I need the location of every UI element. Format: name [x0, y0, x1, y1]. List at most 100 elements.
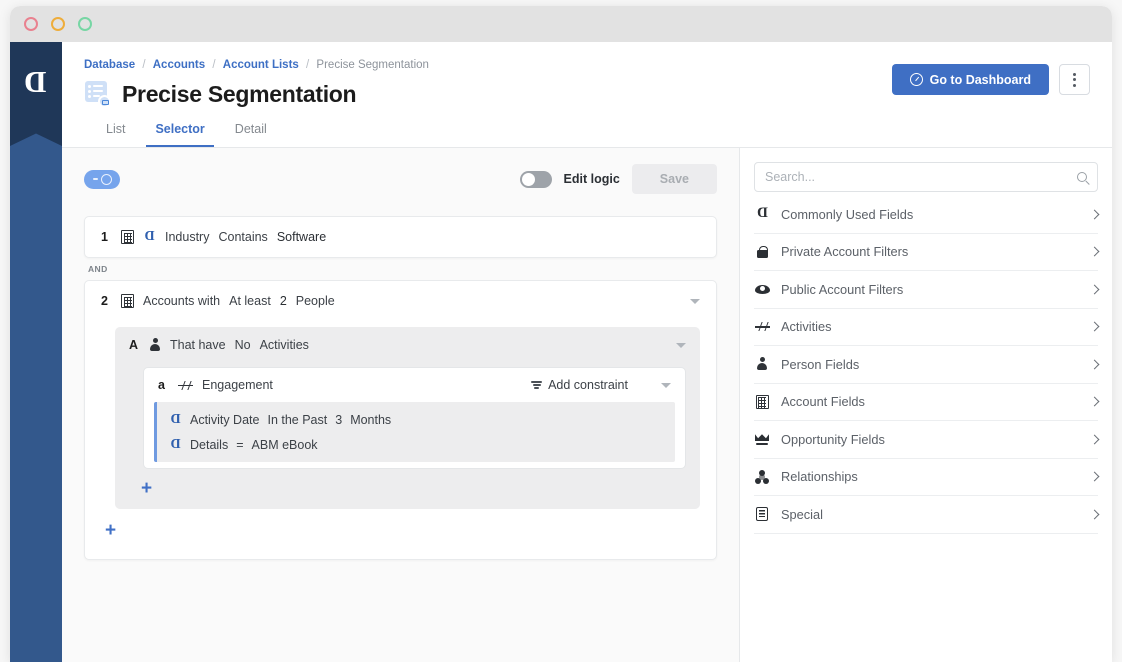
tab-bar: List Selector Detail: [84, 122, 1090, 147]
chevron-right-icon: [1090, 322, 1100, 332]
subgroup-a: A That have No Activities a: [115, 327, 700, 509]
constraint-row[interactable]: D Activity Date In the Past 3 Months: [157, 407, 675, 432]
rule-count[interactable]: 2: [280, 294, 287, 308]
field-pane: D Commonly Used Fields Private Account F…: [740, 148, 1112, 662]
d-logo-icon: D: [169, 438, 182, 452]
field-group-label: Person Fields: [781, 357, 859, 372]
add-constraint-label: Add constraint: [548, 378, 628, 392]
chevron-down-icon[interactable]: [690, 299, 700, 304]
breadcrumb-separator: /: [142, 59, 145, 71]
chevron-down-icon[interactable]: [661, 383, 671, 388]
tab-list[interactable]: List: [106, 122, 125, 147]
constraint-field: Details: [190, 438, 228, 452]
rule-row: 2 Accounts with At least 2 People: [85, 281, 716, 321]
rule-value[interactable]: Software: [277, 230, 326, 244]
search-box[interactable]: [754, 162, 1098, 192]
page-header: Database / Accounts / Account Lists / Pr…: [62, 42, 1112, 147]
rule-operator[interactable]: Contains: [218, 230, 267, 244]
go-to-dashboard-label: Go to Dashboard: [930, 73, 1031, 87]
rule-field[interactable]: Industry: [165, 230, 209, 244]
field-group-private-account-filters[interactable]: Private Account Filters: [754, 234, 1098, 272]
rule-row: 1 D Industry Contains Software: [85, 217, 716, 257]
field-group-label: Account Fields: [781, 394, 865, 409]
pulse-icon: [754, 321, 770, 333]
app-window: D Database / Accounts / Account Lists / …: [10, 6, 1112, 662]
gauge-icon: [910, 73, 923, 86]
constraint-operator: =: [236, 438, 243, 452]
window-maximize-button[interactable]: [78, 17, 92, 31]
tab-selector[interactable]: Selector: [155, 122, 204, 147]
edit-logic-label: Edit logic: [564, 172, 620, 186]
constraint-value: ABM eBook: [252, 438, 318, 452]
relationships-icon: [754, 470, 770, 484]
rule-number: 2: [101, 294, 112, 308]
subgroup-letter: A: [129, 338, 140, 352]
chevron-down-icon[interactable]: [676, 343, 686, 348]
constraint-header: a Engagement Add constraint: [144, 368, 685, 402]
conjunction-and[interactable]: AND: [84, 258, 717, 280]
add-constraint-button[interactable]: Add constraint: [531, 378, 628, 392]
add-group-condition-button[interactable]: +: [105, 520, 116, 541]
breadcrumb-item-accounts[interactable]: Accounts: [153, 59, 205, 71]
breadcrumb-item-database[interactable]: Database: [84, 59, 135, 71]
field-group-label: Private Account Filters: [781, 244, 908, 259]
constraint-letter: a: [158, 378, 169, 392]
search-input[interactable]: [765, 170, 1077, 184]
field-group-public-account-filters[interactable]: Public Account Filters: [754, 271, 1098, 309]
content-area: Edit logic Save 1 D Industry Contains So…: [62, 148, 1112, 662]
rule-number: 1: [101, 230, 112, 244]
editor-toolbar-right: Edit logic Save: [520, 164, 717, 194]
save-button[interactable]: Save: [632, 164, 717, 194]
field-group-account-fields[interactable]: Account Fields: [754, 384, 1098, 422]
tab-detail[interactable]: Detail: [235, 122, 267, 147]
breadcrumb-separator: /: [212, 59, 215, 71]
constraint-label[interactable]: Engagement: [202, 378, 273, 392]
left-rail: D: [10, 42, 62, 662]
add-condition-button[interactable]: +: [141, 478, 152, 499]
constraint-row[interactable]: D Details = ABM eBook: [157, 432, 675, 457]
eye-icon: [754, 285, 770, 294]
refresh-pill-icon[interactable]: [84, 170, 120, 189]
go-to-dashboard-button[interactable]: Go to Dashboard: [892, 64, 1049, 95]
field-group-activities[interactable]: Activities: [754, 309, 1098, 347]
window-titlebar: [10, 6, 1112, 42]
chevron-right-icon: [1090, 397, 1100, 407]
rule-operator[interactable]: At least: [229, 294, 271, 308]
filter-icon: [531, 381, 542, 389]
field-group-relationships[interactable]: Relationships: [754, 459, 1098, 497]
field-group-label: Relationships: [781, 469, 858, 484]
app-body: D Database / Accounts / Account Lists / …: [10, 42, 1112, 662]
building-icon: [121, 294, 134, 308]
breadcrumb-item-account-lists[interactable]: Account Lists: [223, 59, 299, 71]
field-group-label: Opportunity Fields: [781, 432, 885, 447]
subgroup-phrase[interactable]: That have: [170, 338, 226, 352]
subgroup-quantifier[interactable]: No: [235, 338, 251, 352]
rule-card-1[interactable]: 1 D Industry Contains Software: [84, 216, 717, 258]
search-icon[interactable]: [1077, 172, 1087, 182]
breadcrumb-item-current: Precise Segmentation: [316, 59, 429, 71]
d-logo-icon: D: [143, 230, 156, 244]
field-group-commonly-used-fields[interactable]: D Commonly Used Fields: [754, 196, 1098, 234]
list-badge-icon: [84, 80, 112, 108]
field-group-person-fields[interactable]: Person Fields: [754, 346, 1098, 384]
subgroup-row: A That have No Activities: [115, 327, 700, 363]
d-logo-icon: D: [754, 207, 770, 221]
chevron-right-icon: [1090, 472, 1100, 482]
field-group-special[interactable]: Special: [754, 496, 1098, 534]
building-icon: [121, 230, 134, 244]
window-minimize-button[interactable]: [51, 17, 65, 31]
rule-card-2: 2 Accounts with At least 2 People A: [84, 280, 717, 560]
edit-logic-toggle[interactable]: [520, 171, 552, 188]
field-group-opportunity-fields[interactable]: Opportunity Fields: [754, 421, 1098, 459]
main-column: Database / Accounts / Account Lists / Pr…: [62, 42, 1112, 662]
more-vertical-icon[interactable]: [1059, 64, 1090, 95]
header-actions: Go to Dashboard: [892, 64, 1090, 95]
window-close-button[interactable]: [24, 17, 38, 31]
rule-field[interactable]: Accounts with: [143, 294, 220, 308]
add-group-condition-row: +: [85, 509, 716, 551]
rule-entity[interactable]: People: [296, 294, 335, 308]
d-logo-icon: D: [169, 413, 182, 427]
person-icon: [754, 357, 770, 371]
subgroup-entity[interactable]: Activities: [260, 338, 309, 352]
page-title: Precise Segmentation: [122, 81, 356, 108]
